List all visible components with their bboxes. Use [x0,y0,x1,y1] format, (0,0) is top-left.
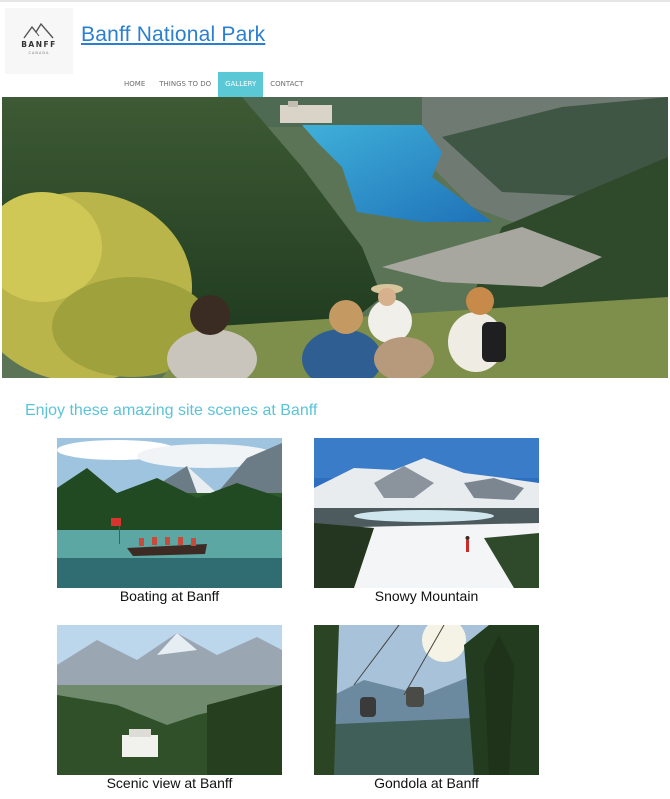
gallery-image-scenic-view[interactable] [57,625,282,775]
nav-home[interactable]: HOME [117,72,152,97]
gallery-image-gondola[interactable] [314,625,539,775]
top-border [0,0,670,2]
logo-sub-text: CANADA [29,51,50,55]
gallery-card-scenic-view[interactable]: Scenic view at Banff [57,625,282,791]
gallery-card-snowy-mountain[interactable]: Snowy Mountain [314,438,539,604]
gallery-caption-boating: Boating at Banff [119,588,220,604]
gallery-heading: Enjoy these amazing site scenes at Banff [25,402,318,419]
gallery-caption-snowy-mountain: Snowy Mountain [374,588,479,604]
logo-brand-text: BANFF [21,40,57,49]
gallery-image-boating[interactable] [57,438,282,588]
hero-image [2,97,668,378]
site-title-link[interactable]: Banff National Park [81,23,265,47]
site-logo[interactable]: BANFF CANADA [5,8,73,74]
gallery-caption-gondola: Gondola at Banff [374,775,479,791]
mountain-logo-icon: BANFF CANADA [21,22,57,55]
gallery-card-boating[interactable]: Boating at Banff [57,438,282,604]
gallery-card-gondola[interactable]: Gondola at Banff [314,625,539,791]
nav-things-to-do[interactable]: THINGS TO DO [152,72,218,97]
main-nav: HOME THINGS TO DO GALLERY CONTACT [117,72,310,97]
gallery-image-snowy-mountain[interactable] [314,438,539,588]
gallery-caption-scenic-view: Scenic view at Banff [106,775,233,791]
nav-contact[interactable]: CONTACT [263,72,310,97]
nav-gallery[interactable]: GALLERY [218,72,264,97]
